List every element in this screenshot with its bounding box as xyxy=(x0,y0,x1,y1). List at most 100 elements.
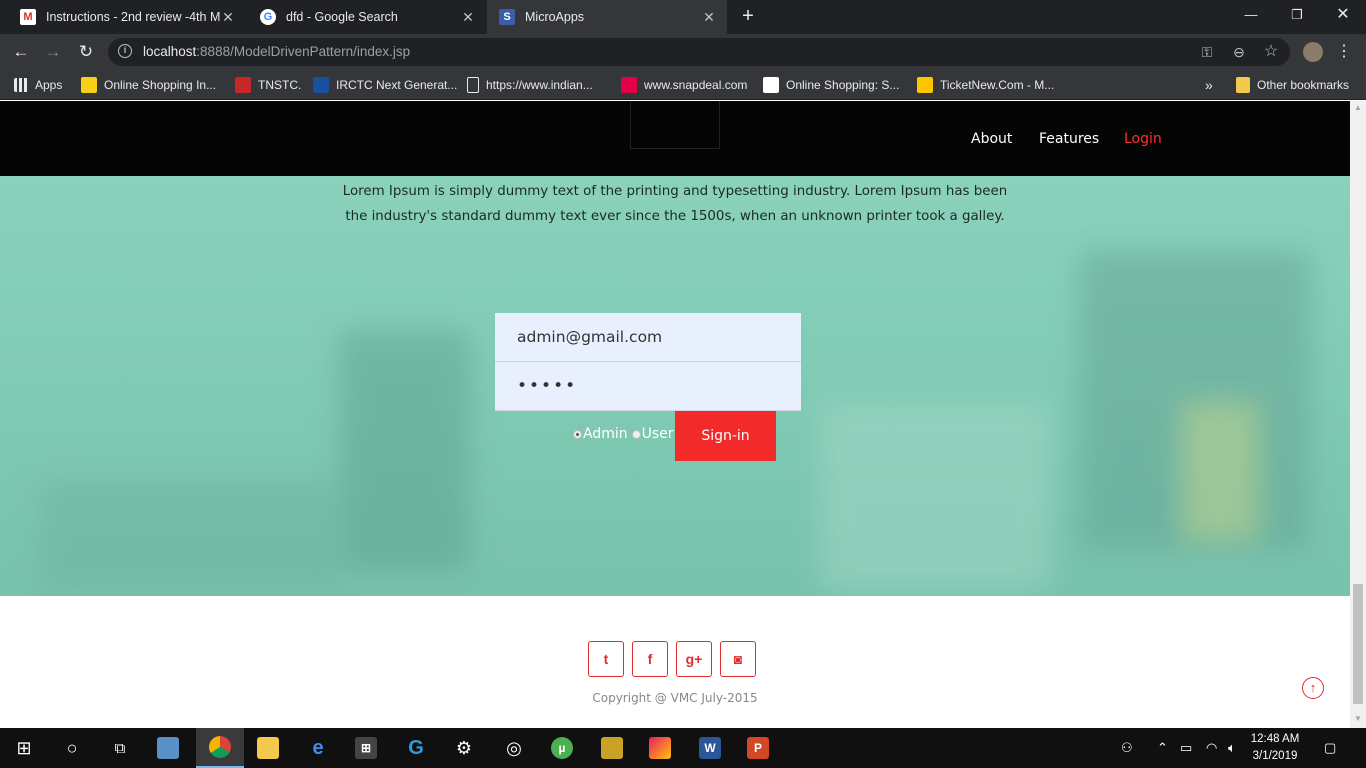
notifications-icon[interactable]: ▢ xyxy=(1324,740,1336,756)
menu-icon[interactable]: ⋮ xyxy=(1336,42,1352,62)
bookmark-label: www.snapdeal.com xyxy=(644,78,748,92)
url-text[interactable]: localhost:8888/ModelDrivenPattern/index.… xyxy=(143,44,410,59)
info-icon[interactable]: i xyxy=(118,44,132,58)
wifi-icon[interactable]: ◠ xyxy=(1206,740,1217,756)
background-decoration xyxy=(340,331,470,571)
tnstc-icon xyxy=(235,77,251,93)
snapdeal-icon xyxy=(621,77,637,93)
zoom-icon[interactable]: ⊖ xyxy=(1230,43,1248,61)
instagram-icon[interactable]: ◙ xyxy=(720,641,756,677)
nav-about[interactable]: About xyxy=(971,131,1012,147)
start-icon[interactable]: ⊞ xyxy=(0,728,48,768)
tab-title: MicroApps xyxy=(525,10,585,24)
lead-paragraph: Lorem Ipsum is simply dummy text of the … xyxy=(342,184,1008,224)
tab-gmail[interactable]: M Instructions - 2nd review -4th Ma ✕ xyxy=(8,0,246,34)
url-host: localhost xyxy=(143,44,197,59)
word-icon[interactable]: W xyxy=(686,728,734,768)
ticketnew-icon xyxy=(917,77,933,93)
bookmark-ticketnew[interactable]: TicketNew.Com - M... xyxy=(917,77,1054,93)
scroll-to-top-icon[interactable]: ↑ xyxy=(1302,677,1324,699)
app-g-icon[interactable]: G xyxy=(392,728,440,768)
bookmark-amazon[interactable]: Online Shopping: S... xyxy=(763,77,899,93)
chrome-icon[interactable] xyxy=(196,728,244,768)
people-icon[interactable]: ⚇ xyxy=(1121,740,1133,756)
profile-avatar[interactable] xyxy=(1303,42,1323,62)
facebook-icon[interactable]: f xyxy=(632,641,668,677)
nav-features[interactable]: Features xyxy=(1039,131,1099,147)
minimize-icon[interactable]: — xyxy=(1228,0,1274,30)
signin-button[interactable]: Sign-in xyxy=(675,411,776,461)
close-icon[interactable]: ✕ xyxy=(460,9,476,26)
page-icon xyxy=(467,77,479,93)
bookmark-star-icon[interactable]: ☆ xyxy=(1262,43,1280,61)
background-decoration xyxy=(1180,401,1260,541)
tab-title: dfd - Google Search xyxy=(286,10,398,24)
site-logo[interactable] xyxy=(630,101,720,149)
gmail-icon: M xyxy=(20,9,36,25)
store-icon[interactable]: ⊞ xyxy=(342,728,390,768)
forward-icon[interactable]: → xyxy=(42,41,64,63)
bookmark-label: Other bookmarks xyxy=(1257,78,1350,92)
google-icon: G xyxy=(260,9,276,25)
cortana-icon[interactable]: ○ xyxy=(48,728,96,768)
battery-icon[interactable]: ▭ xyxy=(1180,740,1192,756)
address-bar[interactable]: i localhost:8888/ModelDrivenPattern/inde… xyxy=(108,38,1290,66)
more-bookmarks-button[interactable]: » xyxy=(1205,77,1213,93)
restore-icon[interactable]: ❐ xyxy=(1274,0,1320,30)
bookmarks-bar: Apps Online Shopping In... TNSTC. IRCTC … xyxy=(0,70,1366,100)
task-view-icon[interactable]: ⧉ xyxy=(96,728,144,768)
close-icon[interactable]: ✕ xyxy=(220,9,236,26)
email-field[interactable]: admin@gmail.com xyxy=(495,313,801,362)
admin-radio-label[interactable]: Admin xyxy=(583,426,628,442)
bookmark-snapdeal[interactable]: www.snapdeal.com xyxy=(621,77,747,93)
bookmark-label: IRCTC Next Generat... xyxy=(336,78,458,92)
password-field[interactable]: ••••• xyxy=(495,362,801,411)
app-icon-2[interactable] xyxy=(588,728,636,768)
window-close-icon[interactable]: ✕ xyxy=(1320,0,1366,30)
scroll-up-icon[interactable]: ▲ xyxy=(1350,101,1366,115)
user-radio-label[interactable]: User xyxy=(642,426,674,442)
bookmark-indian[interactable]: https://www.indian... xyxy=(467,77,593,93)
page-scrollbar[interactable]: ▲ ▼ xyxy=(1350,101,1366,728)
apps-grid-icon xyxy=(14,78,28,92)
page-viewport: About Features Login Lorem Ipsum is simp… xyxy=(0,101,1350,728)
settings-icon[interactable]: ⚙ xyxy=(440,728,488,768)
edge-icon[interactable]: e xyxy=(294,728,342,768)
powerpoint-icon[interactable]: P xyxy=(734,728,782,768)
utorrent-icon[interactable]: µ xyxy=(538,728,586,768)
nav-login[interactable]: Login xyxy=(1124,131,1162,147)
other-bookmarks[interactable]: Other bookmarks xyxy=(1236,77,1349,93)
bookmark-irctc[interactable]: IRCTC Next Generat... xyxy=(313,77,457,93)
media-icon[interactable]: ◎ xyxy=(490,728,538,768)
back-icon[interactable]: ← xyxy=(10,41,32,63)
tab-google-search[interactable]: G dfd - Google Search ✕ xyxy=(248,0,486,34)
admin-radio[interactable] xyxy=(573,429,582,439)
app-icon[interactable] xyxy=(144,728,192,768)
bookmark-tnstc[interactable]: TNSTC. xyxy=(235,77,301,93)
scrollbar-thumb[interactable] xyxy=(1353,584,1363,704)
copyright-text: Copyright @ VMC July-2015 xyxy=(592,691,758,705)
scroll-down-icon[interactable]: ▼ xyxy=(1350,712,1366,726)
twitter-icon[interactable]: t xyxy=(588,641,624,677)
chevron-up-icon[interactable]: ⌃ xyxy=(1157,740,1168,756)
taskbar-clock[interactable]: 12:48 AM 3/1/2019 xyxy=(1242,731,1308,765)
bookmark-label: Apps xyxy=(35,78,63,92)
url-path: :8888/ModelDrivenPattern/index.jsp xyxy=(196,44,411,59)
bookmark-label: https://www.indian... xyxy=(486,78,593,92)
site-footer: t f g+ ◙ Copyright @ VMC July-2015 ↑ xyxy=(0,596,1350,728)
user-radio[interactable] xyxy=(631,429,641,439)
reload-icon[interactable]: ↻ xyxy=(75,41,97,63)
close-icon[interactable]: ✕ xyxy=(701,9,717,26)
bookmark-flipkart[interactable]: Online Shopping In... xyxy=(81,77,216,93)
key-icon[interactable]: ⚿ xyxy=(1198,43,1216,61)
app-icon-3[interactable] xyxy=(636,728,684,768)
bookmark-apps[interactable]: Apps xyxy=(14,77,62,93)
file-explorer-icon[interactable] xyxy=(244,728,292,768)
tab-title: Instructions - 2nd review -4th Ma xyxy=(46,10,220,24)
windows-taskbar: ⊞ ○ ⧉ e ⊞ G ⚙ ◎ µ W P ⚇ ⌃ ▭ ◠ 🔈︎ 12:48 A… xyxy=(0,728,1366,768)
hero-section: About Features Login Lorem Ipsum is simp… xyxy=(0,101,1350,596)
volume-icon[interactable]: 🔈︎ xyxy=(1228,740,1236,756)
new-tab-button[interactable]: + xyxy=(736,5,760,29)
tab-microapps[interactable]: S MicroApps ✕ xyxy=(487,0,727,34)
google-plus-icon[interactable]: g+ xyxy=(676,641,712,677)
